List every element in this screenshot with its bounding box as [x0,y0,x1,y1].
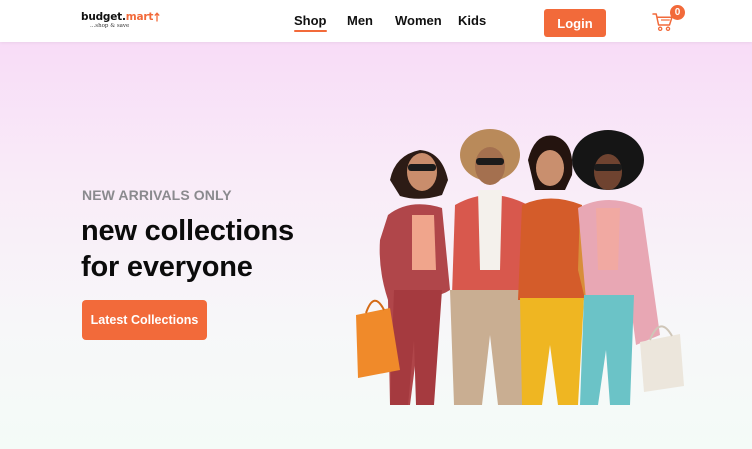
nav-item-kids[interactable]: Kids [458,13,486,29]
hero-models-image [356,129,684,405]
nav-item-men[interactable]: Men [347,13,373,29]
nav-item-shop[interactable]: Shop [294,13,327,32]
hero-headline-line-2: for everyone [81,251,253,283]
brand-logo[interactable]: budget. mart ...shop & save [81,11,160,30]
latest-collections-button[interactable]: Latest Collections [82,300,207,340]
hero-headline: new collections for everyone [81,213,294,285]
login-button[interactable]: Login [544,9,606,37]
logo-wordmark: budget. mart [81,11,160,23]
navbar: budget. mart ...shop & save Shop Men Wome… [0,0,752,42]
logo-arrow-icon [154,12,160,22]
hero-headline-line-1: new collections [81,215,294,247]
model-1 [356,150,450,405]
nav-item-women[interactable]: Women [395,13,442,29]
logo-text-accent: mart [125,11,154,23]
model-4 [572,130,684,405]
cart-count-badge: 0 [670,5,685,20]
logo-text: budget. [81,11,126,23]
logo-tagline: ...shop & save [90,23,130,29]
hero-kicker: NEW ARRIVALS ONLY [82,187,232,203]
